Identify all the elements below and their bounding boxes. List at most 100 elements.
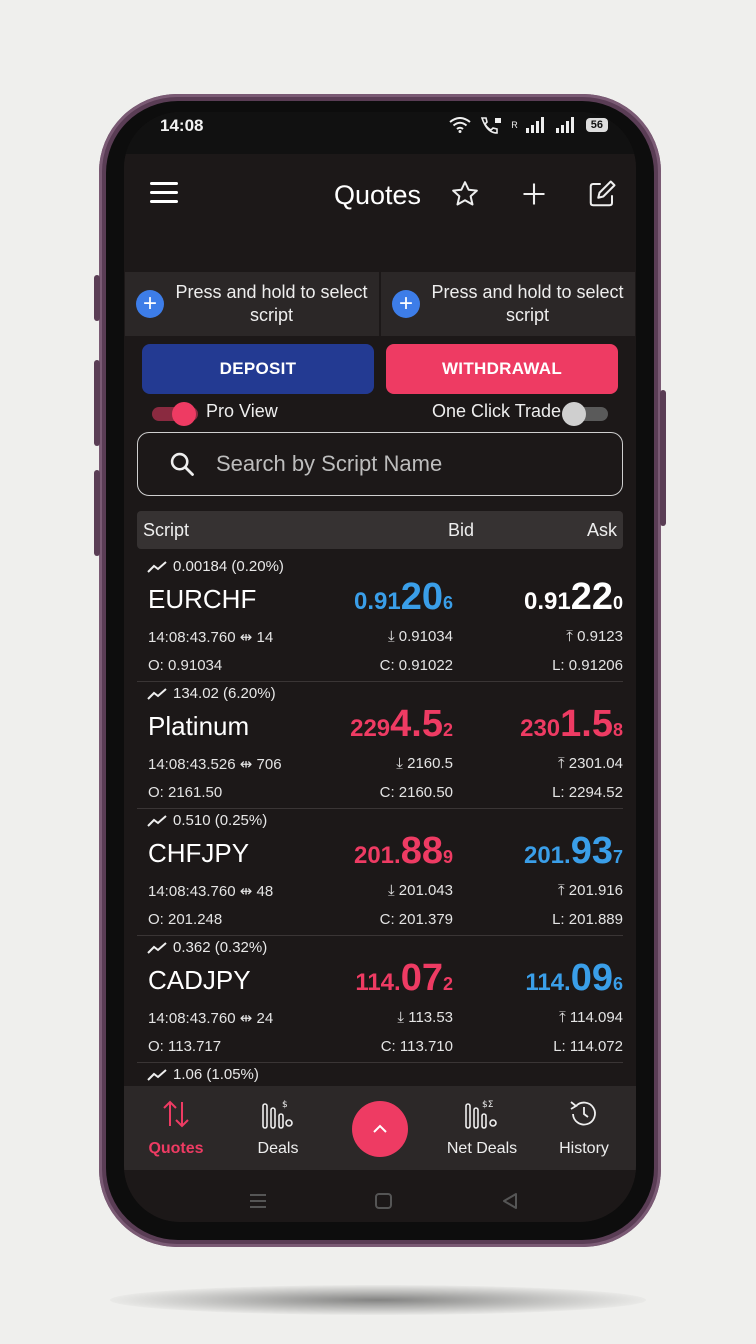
ask-price: 2301.58: [520, 703, 623, 745]
app-bar: [124, 154, 636, 274]
signal-icon: [525, 117, 544, 133]
add-icon[interactable]: [516, 176, 552, 212]
last-value: L: 114.072: [553, 1038, 623, 1055]
signal-icon: [555, 117, 574, 133]
close-value: C: 0.91022: [379, 657, 453, 674]
last-value: L: 201.889: [552, 911, 623, 928]
phone-side-button: [94, 470, 100, 556]
change-value: 0.00184 (0.20%): [147, 558, 284, 575]
quotes-list: 0.00184 (0.20%) EURCHF 0.91206 0.91220 1…: [124, 554, 636, 1086]
bid-price: 201.889: [353, 830, 453, 872]
nav-net-deals[interactable]: $Σ Net Deals: [432, 1086, 532, 1170]
nav-history[interactable]: History: [534, 1086, 634, 1170]
search-input[interactable]: Search by Script Name: [137, 432, 623, 496]
close-value: C: 113.710: [380, 1038, 453, 1055]
bid-price: 0.91206: [353, 576, 453, 618]
back-icon[interactable]: [500, 1192, 520, 1210]
download-icon: ⤓: [396, 755, 403, 772]
script-symbol: CADJPY: [148, 965, 251, 995]
phone-side-button: [94, 275, 100, 321]
ask-price: 201.937: [523, 830, 623, 872]
quick-select-slot-2[interactable]: + Press and hold to select script: [381, 272, 635, 336]
recents-icon[interactable]: [248, 1192, 268, 1210]
pro-view-toggle[interactable]: [152, 402, 198, 426]
high-value: ⤒ 0.9123: [566, 628, 623, 645]
battery-indicator: 56: [585, 118, 608, 132]
header-ask: Ask: [586, 520, 617, 540]
quote-time: 14:08:43.526 ⇹ 706: [148, 756, 282, 773]
system-nav-bar: [124, 1170, 636, 1222]
download-icon: ⤓: [397, 1009, 405, 1026]
phone-shadow: [110, 1285, 646, 1315]
bid-price: 114.072: [355, 957, 453, 999]
script-symbol: Platinum: [148, 711, 250, 741]
low-value: ⤓ 113.53: [397, 1009, 453, 1026]
deposit-button[interactable]: DEPOSIT: [142, 344, 374, 394]
quote-row-eurchf[interactable]: 0.00184 (0.20%) EURCHF 0.91206 0.91220 1…: [137, 554, 623, 682]
quote-row-cadjpy[interactable]: 0.362 (0.32%) CADJPY 114.072 114.096 14:…: [137, 935, 623, 1063]
nav-deals[interactable]: $ Deals: [228, 1086, 328, 1170]
favorite-star-icon[interactable]: [447, 176, 483, 212]
download-icon: ⤓: [387, 628, 395, 645]
phone-power-button: [660, 390, 666, 526]
change-value: 0.362 (0.32%): [147, 939, 267, 956]
call-icon: [481, 117, 502, 134]
withdrawal-button[interactable]: WITHDRAWAL: [386, 344, 618, 394]
last-value: L: 0.91206: [552, 657, 623, 674]
script-symbol: CHFJPY: [148, 838, 250, 868]
open-value: O: 113.717: [148, 1038, 222, 1055]
quick-select-label: Press and hold to select script: [175, 282, 368, 325]
download-icon: ⤓: [387, 882, 395, 899]
high-value: ⤒ 2301.04: [557, 755, 623, 772]
status-bar: 14:08 R 56: [124, 112, 636, 154]
quote-row-platinum[interactable]: 134.02 (6.20%) Platinum 2294.52 2301.58 …: [137, 681, 623, 809]
high-value: ⤒ 201.916: [557, 882, 623, 899]
ask-price: 114.096: [525, 957, 623, 999]
close-value: C: 201.379: [379, 911, 453, 928]
chevron-up-icon: [373, 1124, 387, 1133]
quote-row-partial[interactable]: 1.06 (1.05%): [137, 1062, 623, 1086]
nav-quotes[interactable]: Quotes: [126, 1086, 226, 1170]
plus-icon: +: [392, 290, 420, 318]
quick-select-label: Press and hold to select script: [431, 282, 624, 325]
spread-icon: ⇹: [239, 629, 253, 646]
low-value: ⤓ 201.043: [387, 882, 453, 899]
ask-price: 0.91220: [523, 576, 623, 618]
signal-roaming-label: R: [511, 120, 518, 130]
upload-icon: ⤒: [557, 882, 565, 899]
header-bid: Bid: [448, 520, 475, 540]
trend-icon: [147, 688, 167, 700]
history-icon: [570, 1101, 596, 1126]
quote-time: 14:08:43.760 ⇹ 48: [148, 883, 274, 900]
quotes-table-header: Script Bid Ask: [137, 511, 623, 549]
spread-icon: ⇹: [239, 1010, 253, 1027]
bid-price: 2294.52: [350, 703, 453, 745]
upload-icon: ⤒: [559, 1009, 566, 1026]
edit-icon[interactable]: [584, 176, 620, 212]
home-icon[interactable]: [374, 1192, 394, 1210]
one-click-trade-toggle[interactable]: [562, 402, 608, 426]
trend-icon: [147, 561, 167, 573]
pro-view-label: Pro View: [206, 401, 278, 421]
upload-icon: ⤒: [566, 628, 573, 645]
close-value: C: 2160.50: [379, 784, 453, 801]
trend-icon: [147, 815, 167, 827]
quote-row-chfjpy[interactable]: 0.510 (0.25%) CHFJPY 201.889 201.937 14:…: [137, 808, 623, 936]
quick-select-slot-1[interactable]: + Press and hold to select script: [125, 272, 379, 336]
phone-side-button: [94, 360, 100, 446]
change-value: 1.06 (1.05%): [147, 1066, 259, 1083]
nav-deals-label: Deals: [257, 1140, 299, 1157]
expand-fab-button[interactable]: [352, 1101, 408, 1157]
menu-icon[interactable]: [150, 182, 178, 204]
low-value: ⤓ 2160.5: [396, 755, 453, 772]
trend-icon: [147, 1069, 167, 1081]
deals-icon: $: [262, 1100, 293, 1129]
search-placeholder: Search by Script Name: [216, 451, 443, 476]
nav-history-label: History: [559, 1140, 609, 1157]
plus-icon: +: [136, 290, 164, 318]
status-icons: R 56: [449, 116, 608, 134]
change-value: 0.510 (0.25%): [147, 812, 267, 829]
wifi-icon: [449, 117, 471, 133]
nav-quotes-label: Quotes: [148, 1140, 204, 1157]
nav-net-deals-label: Net Deals: [446, 1140, 518, 1157]
